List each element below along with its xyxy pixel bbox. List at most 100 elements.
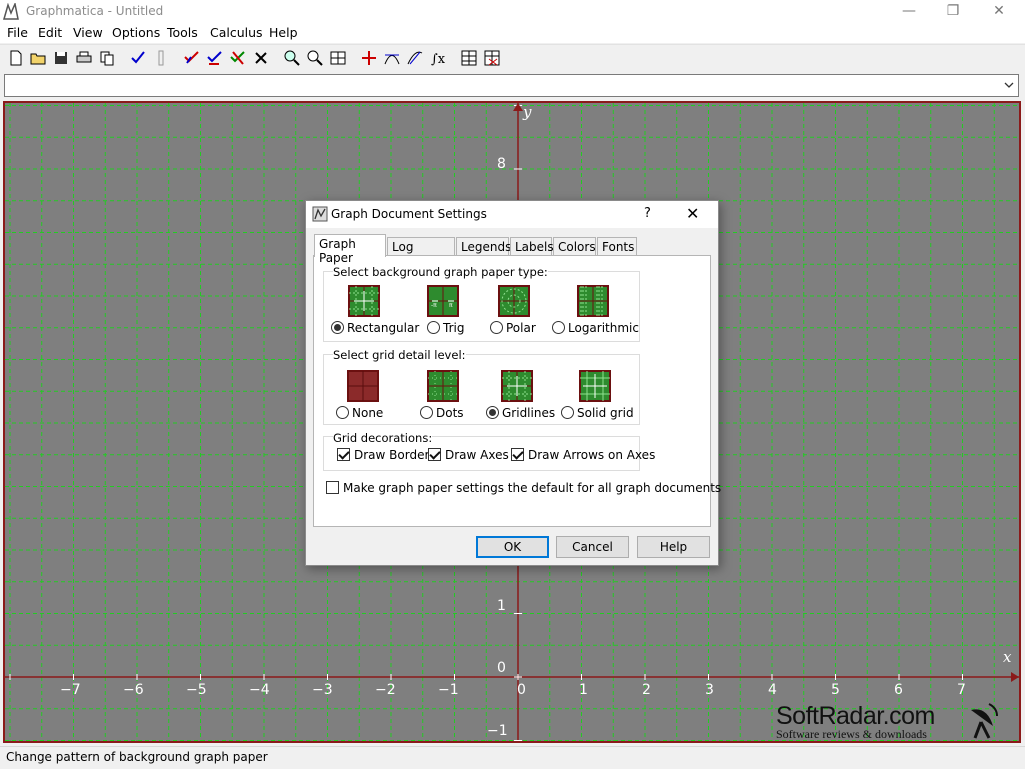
zoom-in-icon[interactable] (283, 49, 301, 67)
graphmatica-dialog-icon (312, 206, 328, 222)
graph-icon[interactable] (183, 49, 201, 67)
radio-trig[interactable]: Trig (427, 321, 464, 335)
check-mark-icon[interactable] (129, 49, 147, 67)
open-folder-icon[interactable] (29, 49, 47, 67)
grid-decorations-label: Grid decorations: (333, 431, 433, 445)
dialog-help-icon[interactable]: ? (644, 206, 651, 221)
polar-paper-icon[interactable] (498, 285, 530, 317)
dialog-close-icon[interactable]: ✕ (686, 204, 699, 223)
rectangular-paper-icon[interactable] (348, 285, 380, 317)
copy-icon[interactable] (98, 49, 116, 67)
checkbox-draw-border[interactable]: Draw Border (337, 448, 429, 462)
radio-button[interactable] (552, 321, 565, 334)
radio-grid-dots-label: Dots (436, 406, 464, 420)
radio-grid-solid[interactable]: Solid grid (561, 406, 634, 420)
equation-input[interactable] (5, 75, 995, 96)
table-icon[interactable] (460, 49, 478, 67)
checkbox-make-default[interactable]: Make graph paper settings the default fo… (326, 481, 721, 495)
x-axis-arrow-icon (1011, 672, 1019, 682)
radio-polar[interactable]: Polar (490, 321, 536, 335)
x-tick-label: −2 (375, 682, 396, 698)
integral-icon[interactable]: ∫x (429, 49, 447, 67)
equation-combobox[interactable] (4, 74, 1019, 97)
zoom-out-icon[interactable] (306, 49, 324, 67)
menu-calculus[interactable]: Calculus (210, 25, 263, 40)
derivative-icon[interactable] (406, 49, 424, 67)
chevron-down-icon[interactable] (1003, 78, 1015, 92)
radio-button-selected[interactable] (331, 321, 344, 334)
graph-redraw-icon[interactable] (206, 49, 224, 67)
print-icon[interactable] (75, 49, 93, 67)
minimize-button[interactable]: — (886, 0, 932, 23)
grid-icon[interactable] (329, 49, 347, 67)
grid-none-icon[interactable] (347, 370, 379, 402)
maximize-button[interactable]: ❐ (930, 0, 976, 23)
menu-help[interactable]: Help (269, 25, 298, 40)
checkbox-draw-axes[interactable]: Draw Axes (428, 448, 509, 462)
checkbox-make-default-label: Make graph paper settings the default fo… (343, 481, 722, 495)
radio-button-selected[interactable] (486, 406, 499, 419)
menu-view[interactable]: View (73, 25, 103, 40)
menu-options[interactable]: Options (112, 25, 160, 40)
y-axis-label: y (523, 103, 532, 121)
tab-legends[interactable]: Legends (456, 237, 511, 256)
delete-icon[interactable] (252, 49, 270, 67)
tab-fonts[interactable]: Fonts (597, 237, 637, 256)
radio-trig-label: Trig (443, 321, 465, 335)
ok-button[interactable]: OK (476, 536, 549, 558)
radio-button[interactable] (427, 321, 440, 334)
radio-rectangular[interactable]: Rectangular (331, 321, 419, 335)
menu-tools[interactable]: Tools (167, 25, 198, 40)
help-button[interactable]: Help (637, 536, 710, 558)
title-bar: Graphmatica - Untitled — ❐ ✕ (0, 0, 1025, 23)
radio-rectangular-label: Rectangular (347, 321, 420, 335)
x-tick-label: 7 (957, 682, 966, 698)
save-icon[interactable] (52, 49, 70, 67)
x-tick-label: −4 (249, 682, 270, 698)
checkbox-draw-arrows-label: Draw Arrows on Axes (528, 448, 656, 462)
radio-button[interactable] (336, 406, 349, 419)
x-tick-label: −1 (438, 682, 459, 698)
radio-grid-gridlines[interactable]: Gridlines (486, 406, 555, 420)
checkbox-checked[interactable] (337, 448, 350, 461)
grid-gridlines-icon[interactable] (501, 370, 533, 402)
tab-graph-paper[interactable]: Graph Paper (314, 234, 386, 265)
svg-text:-π: -π (431, 302, 437, 309)
grid-dots-icon[interactable] (427, 370, 459, 402)
checkbox-unchecked[interactable] (326, 481, 339, 494)
trig-paper-icon[interactable]: -π π (427, 285, 459, 317)
watermark-sub: Software reviews & downloads (776, 727, 927, 741)
tab-colors[interactable]: Colors (553, 237, 596, 256)
radio-grid-none[interactable]: None (336, 406, 383, 420)
tangent-icon[interactable] (383, 49, 401, 67)
y-tick-label: −1 (487, 723, 508, 739)
new-document-icon[interactable] (7, 49, 25, 67)
checkbox-draw-arrows[interactable]: Draw Arrows on Axes (511, 448, 655, 462)
radio-button[interactable] (420, 406, 433, 419)
graph-clear-icon[interactable] (229, 49, 247, 67)
checkbox-checked[interactable] (511, 448, 524, 461)
menu-bar: File Edit View Options Tools Calculus He… (0, 23, 1025, 43)
radio-button[interactable] (561, 406, 574, 419)
radio-grid-dots[interactable]: Dots (420, 406, 464, 420)
menu-edit[interactable]: Edit (38, 25, 62, 40)
close-window-button[interactable]: ✕ (976, 0, 1022, 23)
checkbox-checked[interactable] (428, 448, 441, 461)
menu-file[interactable]: File (7, 25, 28, 40)
graph-paper-panel: Select background graph paper type: -π π … (313, 255, 721, 527)
table-delete-icon[interactable] (483, 49, 501, 67)
tab-labels[interactable]: Labels (510, 237, 554, 256)
radio-logarithmic[interactable]: Logarithmic (552, 321, 639, 335)
svg-text:∫x: ∫x (431, 52, 446, 67)
svg-text:π: π (449, 302, 453, 309)
cancel-button[interactable]: Cancel (556, 536, 629, 558)
grid-solid-icon[interactable] (579, 370, 611, 402)
x-tick-label: −5 (186, 682, 207, 698)
crosshair-icon[interactable] (360, 49, 378, 67)
logarithmic-paper-icon[interactable] (577, 285, 609, 317)
tab-log-options[interactable]: Log Options (387, 237, 455, 268)
radio-button[interactable] (490, 321, 503, 334)
y-axis-arrow-icon (513, 103, 523, 111)
x-tick-label: 1 (579, 682, 588, 698)
window-title: Graphmatica - Untitled (26, 4, 164, 18)
